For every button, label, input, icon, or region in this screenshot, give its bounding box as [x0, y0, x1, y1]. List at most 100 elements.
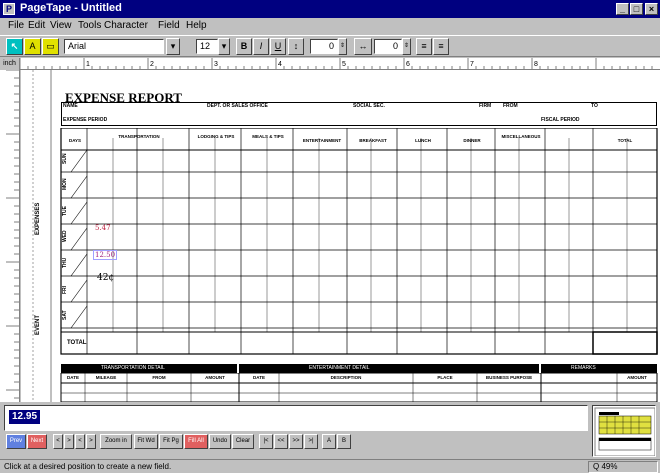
italic-button[interactable]: I [253, 38, 269, 55]
kerning-stepper[interactable]: ⇕ [402, 38, 411, 55]
kerning-input[interactable]: 0 [374, 39, 402, 54]
header-label-from: FROM [503, 103, 518, 109]
side-label-event: EVENT [35, 314, 41, 335]
bottom-tool-button-4[interactable]: < [75, 434, 85, 449]
detail-col-from: FROM [152, 375, 166, 380]
detail-col-description: DESCRIPTION [330, 375, 362, 380]
menu-edit[interactable]: Edit [28, 20, 45, 31]
spacing-input[interactable]: 0 [310, 39, 338, 54]
day-label-sat: SAT [62, 310, 68, 320]
handwritten-entry-1[interactable]: 5.47 [95, 224, 111, 232]
bottom-tool-button-7[interactable]: Fit Wd [134, 434, 158, 449]
detail-col-amount: AMOUNT [205, 375, 225, 380]
day-label-mon: MON [62, 178, 68, 190]
vertical-ruler [0, 70, 20, 402]
header-label-firm: FIRM [479, 103, 492, 109]
ruler-mark: 4 [278, 61, 282, 68]
ruler-mark: 3 [214, 61, 218, 68]
close-button[interactable]: × [645, 3, 658, 15]
bottom-tool-button-8[interactable]: Fit Pg [159, 434, 183, 449]
bottom-tool-button-3[interactable]: > [64, 434, 74, 449]
menu-help[interactable]: Help [186, 20, 207, 31]
detail-col-place: PLACE [437, 375, 453, 380]
align-right-button[interactable]: ≡ [433, 38, 449, 55]
ruler-corner: inch [0, 58, 20, 70]
field-tool-button[interactable]: ▭ [42, 38, 59, 55]
font-size-dropdown-arrow[interactable]: ▾ [218, 38, 230, 55]
menu-tools[interactable]: Tools [78, 20, 101, 31]
thumbnail-preview [594, 407, 655, 456]
header-label-period: EXPENSE PERIOD [63, 117, 108, 123]
bottom-tool-button-1[interactable]: Next [27, 434, 47, 449]
menu-bar: File Edit View Tools Character Field Hel… [0, 18, 660, 34]
font-name-input[interactable]: Arial [64, 39, 164, 54]
total-row-label: TOTAL [67, 340, 87, 346]
toolbar: ↖ A ▭ Arial ▾ 12 ▾ B I U ↕ 0 ⇕ ↔ 0 ⇕ ≡ ≡ [0, 35, 660, 57]
maximize-button[interactable]: □ [630, 3, 643, 15]
field-value-selected[interactable]: 12.95 [9, 410, 41, 424]
app-icon[interactable]: P [3, 3, 15, 15]
status-message: Click at a desired position to create a … [4, 462, 172, 471]
bottom-tool-button-16[interactable]: A [322, 434, 336, 449]
text-tool-button[interactable]: A [24, 38, 41, 55]
font-size-input[interactable]: 12 [196, 39, 218, 54]
expense-grid [60, 128, 658, 355]
bottom-tool-button-11[interactable]: Clear [232, 434, 254, 449]
handwritten-entry-3[interactable]: 42¢ [97, 273, 114, 283]
field-edit-pane[interactable]: 12.95 [4, 405, 588, 431]
ruler-mark: 5 [342, 61, 346, 68]
spacing-stepper[interactable]: ⇕ [338, 38, 347, 55]
underline-button[interactable]: U [270, 38, 286, 55]
header-label-to: TO [591, 103, 598, 109]
bottom-tool-button-6[interactable]: Zoom in [100, 434, 132, 449]
ruler-mark: 1 [86, 61, 90, 68]
bottom-tool-button-13[interactable]: << [274, 434, 288, 449]
app-window: P PageTape - Untitled _ □ × File Edit Vi… [0, 0, 660, 473]
section-bar-remarks: REMARKS [541, 364, 657, 373]
ruler-mark: 7 [470, 61, 474, 68]
menu-field[interactable]: Field [158, 20, 180, 31]
menu-character[interactable]: Character [104, 20, 148, 31]
bottom-tool-button-9[interactable]: Fill All [184, 434, 208, 449]
pointer-tool-button[interactable]: ↖ [6, 38, 23, 55]
bold-button[interactable]: B [236, 38, 252, 55]
day-label-wed: WED [62, 230, 68, 242]
bottom-tool-button-12[interactable]: |< [259, 434, 273, 449]
bottom-tool-button-2[interactable]: < [53, 434, 63, 449]
minimize-button[interactable]: _ [616, 3, 629, 15]
day-label-tue: TUE [62, 206, 68, 216]
document-canvas[interactable]: EXPENSES EVENT EXPENSE REPORT NAME DEPT.… [21, 70, 660, 402]
menu-view[interactable]: View [50, 20, 72, 31]
header-label-dept: DEPT. OR SALES OFFICE [207, 103, 268, 109]
menu-file[interactable]: File [8, 20, 24, 31]
detail-col-purpose: BUSINESS PURPOSE [485, 375, 533, 380]
align-left-button[interactable]: ≡ [416, 38, 432, 55]
header-label-name: NAME [63, 103, 78, 109]
bottom-tool-button-17[interactable]: B [337, 434, 351, 449]
bottom-tool-button-15[interactable]: >| [304, 434, 318, 449]
page-thumbnail[interactable] [592, 405, 656, 457]
ruler-mark: 2 [150, 61, 154, 68]
header-label-ssn: SOCIAL SEC. [353, 103, 385, 109]
bottom-tool-button-0[interactable]: Prev [6, 434, 26, 449]
bottom-tool-button-14[interactable]: >> [289, 434, 303, 449]
day-label-sun: SUN [62, 153, 68, 164]
bottom-tool-button-10[interactable]: Undo [209, 434, 231, 449]
font-dropdown-arrow[interactable]: ▾ [166, 38, 180, 55]
detail-col-mileage: MILEAGE [95, 375, 117, 380]
handwritten-entry-2[interactable]: 12.50 [93, 250, 118, 260]
header-label-fiscal: FISCAL PERIOD [541, 117, 580, 123]
detail-col-date: DATE [67, 375, 79, 380]
status-bar: Click at a desired position to create a … [0, 459, 660, 473]
section-bar-transportation: TRANSPORTATION DETAIL [61, 364, 237, 373]
kerning-icon[interactable]: ↔ [354, 38, 372, 55]
day-label-fri: FRI [62, 285, 68, 294]
section-bar-entertainment: ENTERTAINMENT DETAIL [239, 364, 539, 373]
title-bar: P PageTape - Untitled _ □ × [0, 0, 660, 18]
zoom-indicator: Q 49% [588, 461, 658, 473]
detail-col-amount-2: AMOUNT [627, 375, 647, 380]
detail-col-date-2: DATE [253, 375, 265, 380]
spacing-icon[interactable]: ↕ [288, 38, 304, 55]
bottom-tool-button-5[interactable]: > [86, 434, 96, 449]
horizontal-ruler: 1 2 3 4 5 6 7 8 [20, 58, 660, 70]
